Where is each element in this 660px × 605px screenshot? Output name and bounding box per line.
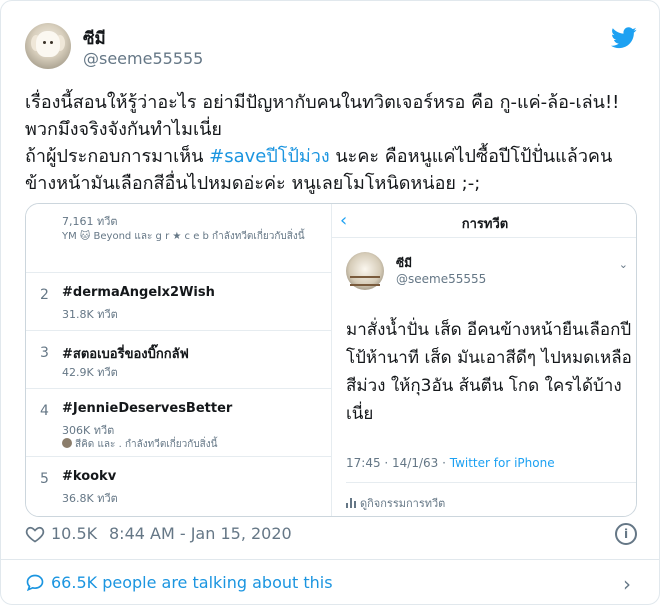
trend-rank: 5 xyxy=(40,471,49,487)
author-name[interactable]: ซีมี xyxy=(83,25,106,52)
embedded-author-name: ซีมี xyxy=(396,256,413,270)
trends-screenshot[interactable]: 7,161 ทวีต YM 🐱 Beyond และ g r ★ c e b ก… xyxy=(26,204,332,516)
trend-item: 3 #สตอเบอรี่ของบิ๊กกลัฟ 42.9K ทวีต xyxy=(26,330,332,388)
avatar-dog-face xyxy=(36,31,60,57)
info-icon[interactable]: i xyxy=(615,523,637,545)
hashtag-link[interactable]: #saveปีโป้ม่วง xyxy=(209,146,330,167)
embedded-activity: ดูกิจกรรมการทวีต xyxy=(346,494,445,512)
embedded-meta: 17:45 · 14/1/63 · Twitter for iPhone xyxy=(346,456,555,470)
trend-count: 42.9K ทวีต xyxy=(62,366,118,379)
activity-label: ดูกิจกรรมการทวีต xyxy=(360,497,446,510)
conversation-count[interactable]: 66.5K people are talking about this xyxy=(51,573,333,592)
speech-bubble-icon xyxy=(26,574,44,592)
chevron-down-icon: ⌄ xyxy=(618,258,628,271)
tweet-text-line: เรื่องนี้สอนให้รู้ว่าอะไร อย่ามีปัญหากับ… xyxy=(25,92,620,113)
avatar-dog-eye-left xyxy=(43,41,46,44)
trend-name: #JennieDeservesBetter xyxy=(62,401,233,416)
trend-item: 2 #dermaAngelx2Wish 31.8K ทวีต xyxy=(26,272,332,330)
tweet-text-segment: นะคะ คือหนูแค่ไปซื้อปีโป้ปั่นแล้วคน xyxy=(329,146,613,167)
like-count[interactable]: 10.5K xyxy=(51,524,97,543)
author-handle[interactable]: @seeme55555 xyxy=(83,49,203,68)
tweet-timestamp[interactable]: 8:44 AM - Jan 15, 2020 xyxy=(109,524,292,543)
embedded-tweet-text: มาสั่งน้ำปั่น เส็ด อีคนข้างหน้ายืนเลือกป… xyxy=(346,320,632,424)
mini-avatar xyxy=(62,438,72,448)
screenshot-header: ‹ การทวีต xyxy=(332,204,636,238)
trend-count: 7,161 ทวีต xyxy=(62,215,118,228)
tweet-text-line: ถ้าผู้ประกอบการมาเห็น #saveปีโป้ม่วง นะค… xyxy=(25,143,637,170)
conversation-link[interactable]: 66.5K people are talking about this › xyxy=(25,572,637,596)
bar-chart-icon xyxy=(346,498,356,508)
chevron-right-icon[interactable]: › xyxy=(623,572,631,596)
attached-images[interactable]: 7,161 ทวีต YM 🐱 Beyond และ g r ★ c e b ก… xyxy=(25,203,637,517)
embedded-time: 17:45 · 14/1/63 · xyxy=(346,456,450,470)
divider xyxy=(1,559,659,560)
twitter-bird-icon[interactable] xyxy=(611,27,637,49)
tweet-text-line: พวกมึงจริงจังกันทำไมเนี่ย xyxy=(25,119,222,140)
screenshot-title: การทวีต xyxy=(461,217,509,232)
trend-name: #dermaAngelx2Wish xyxy=(62,285,215,300)
tweet-stats: 10.5K 8:44 AM - Jan 15, 2020 i xyxy=(25,523,637,547)
tweet-text-line: ข้างหน้ามันเลือกสีอื่นไปหมดอ่ะค่ะ หนูเลย… xyxy=(25,173,481,194)
trend-item: 5 #kookv 36.8K ทวีต xyxy=(26,456,332,514)
trend-context-text: สีคิด และ . กำลังทวีตเกี่ยวกับสิ่งนี้ xyxy=(75,439,218,450)
trend-name: #สตอเบอรี่ของบิ๊กกลัฟ xyxy=(62,347,189,362)
trend-context: สีคิด และ . กำลังทวีตเกี่ยวกับสิ่งนี้ xyxy=(62,437,218,452)
trend-rank: 4 xyxy=(40,403,49,419)
avatar[interactable] xyxy=(25,23,71,69)
avatar xyxy=(346,252,384,290)
trend-rank: 2 xyxy=(40,287,49,303)
avatar-dog-eye-right xyxy=(50,41,53,44)
embedded-source: Twitter for iPhone xyxy=(449,456,555,470)
trend-name: #kookv xyxy=(62,469,117,484)
tweet-card: ซีมี @seeme55555 เรื่องนี้สอนให้รู้ว่าอะ… xyxy=(0,0,660,605)
trend-item: 4 #JennieDeservesBetter 306K ทวีต สีคิด … xyxy=(26,388,332,456)
trend-context: YM 🐱 Beyond และ g r ★ c e b กำลังทวีตเกี… xyxy=(62,231,305,242)
divider xyxy=(346,482,636,483)
trend-rank: 3 xyxy=(40,345,49,361)
trend-count: 36.8K ทวีต xyxy=(62,492,118,505)
heart-icon[interactable] xyxy=(25,524,45,544)
trend-count: 31.8K ทวีต xyxy=(62,308,118,321)
avatar-cage xyxy=(350,276,380,286)
tweet-text-segment: ถ้าผู้ประกอบการมาเห็น xyxy=(25,146,210,167)
tweet-header: ซีมี @seeme55555 xyxy=(25,23,637,73)
embedded-author-handle: @seeme55555 xyxy=(396,272,487,286)
tweet-screenshot[interactable]: ‹ การทวีต ซีมี @seeme55555 ⌄ มาสั่งน้ำปั… xyxy=(332,204,636,516)
tweet-text: เรื่องนี้สอนให้รู้ว่าอะไร อย่ามีปัญหากับ… xyxy=(25,89,637,197)
